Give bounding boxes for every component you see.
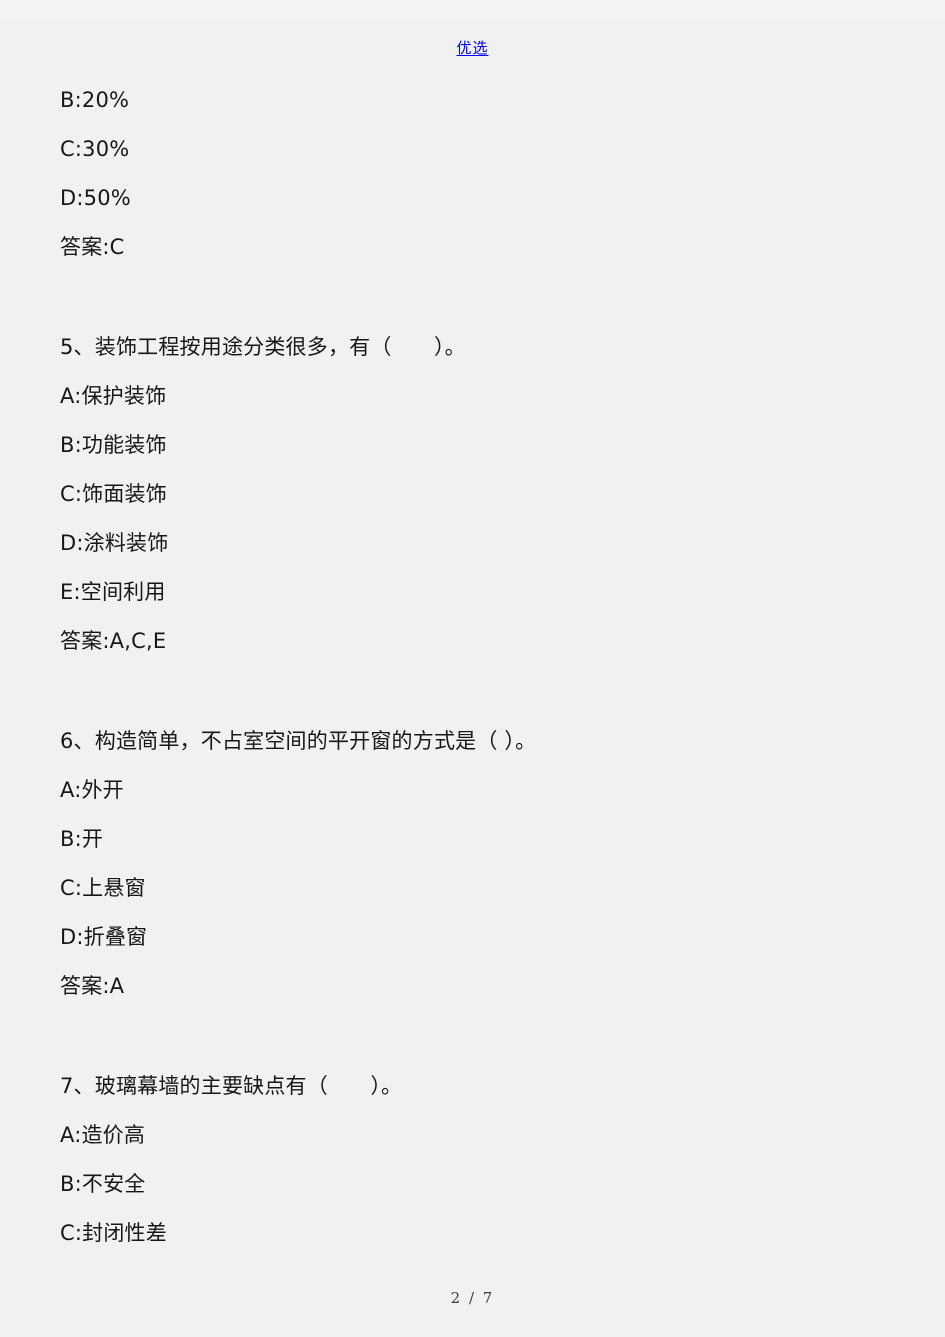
option-line: A:保护装饰 bbox=[60, 384, 167, 408]
question-block-6: 6、构造简单，不占室空间的平开窗的方式是（ ）。 A:外开 B:开 C:上悬窗 … bbox=[60, 717, 890, 1011]
option-line: B:功能装饰 bbox=[60, 433, 167, 457]
document-page: 优选 B:20% C:30% D:50% 答案:C 5、装饰工程按用途分类很多，… bbox=[0, 22, 945, 1337]
continued-question-block: B:20% C:30% D:50% 答案:C bbox=[60, 76, 890, 272]
option-line: C:饰面装饰 bbox=[60, 482, 167, 506]
page-number-label: 2 / 7 bbox=[450, 1289, 495, 1307]
answer-line: 答案:C bbox=[60, 235, 125, 259]
answer-line: 答案:A bbox=[60, 974, 125, 998]
option-line: E:空间利用 bbox=[60, 580, 166, 604]
option-line: D:50% bbox=[60, 186, 131, 210]
question-stem: 6、构造简单，不占室空间的平开窗的方式是（ ）。 bbox=[60, 729, 537, 753]
question-stem: 7、玻璃幕墙的主要缺点有（ ）。 bbox=[60, 1074, 403, 1098]
option-line: C:30% bbox=[60, 137, 130, 161]
option-line: C:封闭性差 bbox=[60, 1221, 167, 1245]
header-watermark-text: 优选 bbox=[456, 39, 489, 57]
option-line: B:开 bbox=[60, 827, 104, 851]
option-line: B:20% bbox=[60, 88, 130, 112]
answer-line: 答案:A,C,E bbox=[60, 629, 167, 653]
page-header: 优选 bbox=[0, 40, 945, 56]
document-body: B:20% C:30% D:50% 答案:C 5、装饰工程按用途分类很多，有（ … bbox=[60, 76, 890, 1258]
option-line: C:上悬窗 bbox=[60, 876, 146, 900]
option-line: A:造价高 bbox=[60, 1123, 146, 1147]
option-line: D:涂料装饰 bbox=[60, 531, 169, 555]
question-block-5: 5、装饰工程按用途分类很多，有（ ）。 A:保护装饰 B:功能装饰 C:饰面装饰… bbox=[60, 323, 890, 666]
option-line: B:不安全 bbox=[60, 1172, 146, 1196]
option-line: A:外开 bbox=[60, 778, 124, 802]
question-stem: 5、装饰工程按用途分类很多，有（ ）。 bbox=[60, 335, 466, 359]
page-footer: 2 / 7 bbox=[0, 1288, 945, 1307]
option-line: D:折叠窗 bbox=[60, 925, 148, 949]
question-block-7: 7、玻璃幕墙的主要缺点有（ ）。 A:造价高 B:不安全 C:封闭性差 bbox=[60, 1062, 890, 1258]
